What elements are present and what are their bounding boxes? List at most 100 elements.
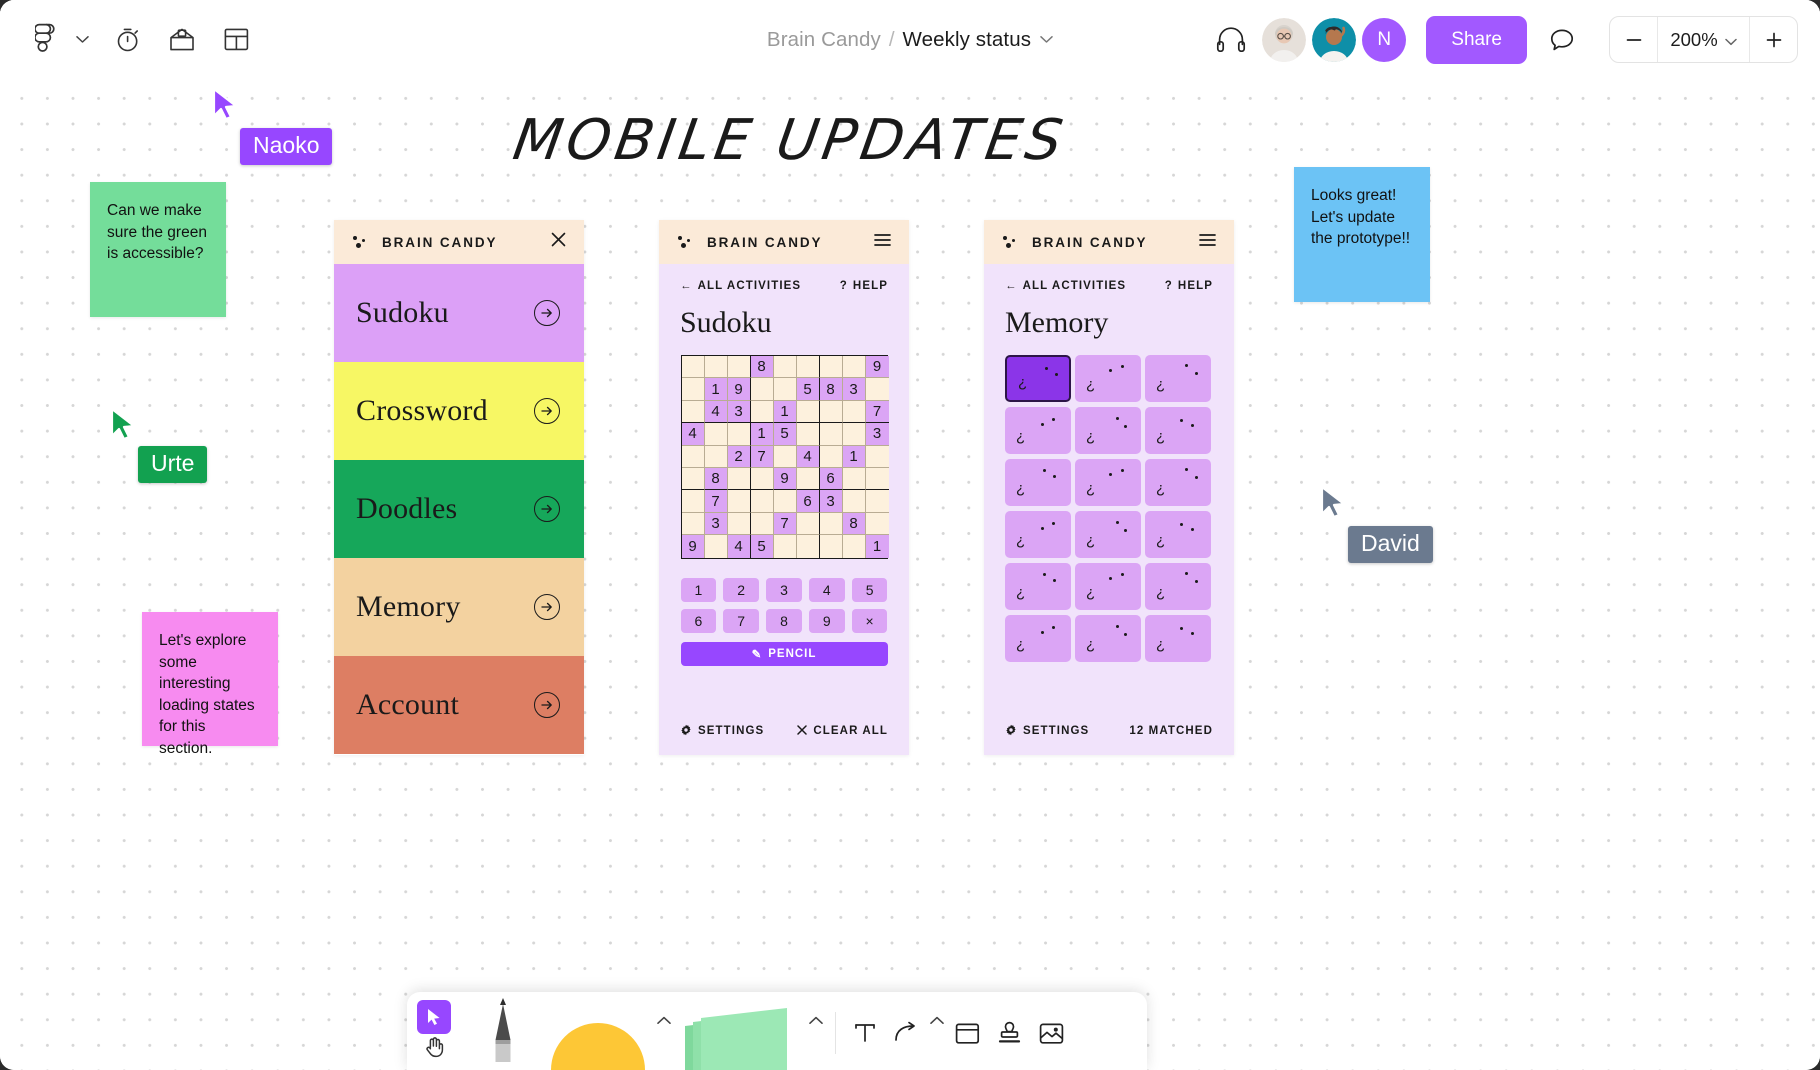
sudoku-cell[interactable]: 7 bbox=[773, 512, 797, 536]
sudoku-cell[interactable] bbox=[727, 512, 751, 536]
avatar[interactable] bbox=[1262, 17, 1307, 62]
sudoku-cell[interactable] bbox=[842, 535, 866, 558]
sudoku-cell[interactable] bbox=[681, 490, 705, 513]
numpad-button[interactable]: 1 bbox=[680, 577, 717, 602]
memory-card-grid[interactable]: ¿ ¿ ¿ ¿ ¿ ¿ ¿ ¿ ¿ ¿ ¿ ¿ ¿ ¿ ¿ ¿ ¿ ¿ bbox=[1005, 355, 1213, 662]
sudoku-cell[interactable]: 1 bbox=[704, 378, 728, 401]
sticky-note-blue[interactable]: Looks great! Let's update the prototype!… bbox=[1294, 167, 1430, 302]
sudoku-cell[interactable]: 5 bbox=[796, 378, 820, 401]
sudoku-cell[interactable] bbox=[819, 423, 843, 446]
sudoku-cell[interactable]: 5 bbox=[773, 423, 797, 446]
memory-card[interactable]: ¿ bbox=[1145, 459, 1211, 506]
sudoku-cell[interactable]: 3 bbox=[704, 512, 728, 536]
sudoku-cell[interactable] bbox=[750, 467, 774, 491]
back-to-activities-link[interactable]: ← ALL ACTIVITIES bbox=[680, 280, 801, 292]
sudoku-cell[interactable] bbox=[842, 490, 866, 513]
memory-card[interactable]: ¿ bbox=[1005, 511, 1071, 558]
mockup-phone-menu[interactable]: BRAIN CANDY Sudoku Crossword Doodles Mem… bbox=[334, 220, 584, 755]
settings-button[interactable]: SETTINGS bbox=[1005, 724, 1089, 739]
sudoku-cell[interactable]: 3 bbox=[865, 423, 889, 446]
menu-item-account[interactable]: Account bbox=[334, 656, 584, 754]
sudoku-cell[interactable]: 4 bbox=[681, 423, 705, 446]
sudoku-cell[interactable]: 9 bbox=[865, 356, 889, 379]
breadcrumb-team[interactable]: Brain Candy bbox=[767, 28, 881, 52]
shape-tool[interactable] bbox=[543, 992, 653, 1070]
menu-item-sudoku[interactable]: Sudoku bbox=[334, 264, 584, 362]
back-to-activities-link[interactable]: ← ALL ACTIVITIES bbox=[1005, 280, 1126, 292]
board-title[interactable]: MOBILE UPDATES bbox=[465, 108, 1115, 173]
section-frame-icon[interactable] bbox=[946, 1012, 988, 1054]
sudoku-cell[interactable]: 7 bbox=[865, 400, 889, 424]
sudoku-cell[interactable] bbox=[842, 356, 866, 379]
board-canvas[interactable]: MOBILE UPDATES Can we make sure the gree… bbox=[0, 0, 1820, 1070]
sudoku-cell[interactable] bbox=[727, 467, 751, 491]
stamp-icon[interactable] bbox=[988, 1012, 1030, 1054]
sudoku-cell[interactable]: 4 bbox=[704, 400, 728, 424]
share-button[interactable]: Share bbox=[1426, 15, 1527, 64]
sudoku-cell[interactable] bbox=[773, 378, 797, 401]
sudoku-cell[interactable] bbox=[773, 490, 797, 513]
sudoku-cell[interactable] bbox=[750, 400, 774, 424]
sudoku-cell[interactable]: 3 bbox=[842, 378, 866, 401]
sudoku-cell[interactable] bbox=[681, 512, 705, 536]
hamburger-menu-icon[interactable] bbox=[1199, 233, 1216, 252]
sudoku-cell[interactable]: 8 bbox=[750, 356, 774, 379]
sudoku-cell[interactable] bbox=[796, 535, 820, 558]
sudoku-cell[interactable] bbox=[865, 378, 889, 401]
sudoku-cell[interactable] bbox=[865, 512, 889, 536]
sudoku-cell[interactable] bbox=[727, 423, 751, 446]
chevron-down-icon[interactable] bbox=[71, 15, 93, 65]
numpad-button[interactable]: 8 bbox=[766, 608, 802, 633]
memory-card[interactable]: ¿ bbox=[1075, 407, 1141, 454]
image-media-icon[interactable] bbox=[1030, 1012, 1072, 1054]
breadcrumb-file-name[interactable]: Weekly status bbox=[903, 28, 1032, 52]
sudoku-cell[interactable] bbox=[819, 445, 843, 468]
sudoku-cell[interactable] bbox=[819, 356, 843, 379]
sudoku-cell[interactable]: 2 bbox=[727, 445, 751, 468]
zoom-out-button[interactable] bbox=[1610, 17, 1657, 62]
numpad-button[interactable]: 2 bbox=[723, 577, 760, 602]
sudoku-cell[interactable] bbox=[704, 535, 728, 558]
sudoku-cell[interactable] bbox=[773, 535, 797, 558]
headphones-icon[interactable] bbox=[1206, 15, 1256, 65]
clear-all-button[interactable]: CLEAR ALL bbox=[797, 724, 888, 738]
sticky-note-pink[interactable]: Let's explore some interesting loading s… bbox=[142, 612, 278, 757]
zoom-in-button[interactable] bbox=[1750, 17, 1797, 62]
sudoku-cell[interactable] bbox=[819, 512, 843, 536]
marker-pen-tool[interactable] bbox=[463, 992, 543, 1070]
avatar[interactable]: N bbox=[1362, 17, 1407, 62]
numpad-button[interactable]: 6 bbox=[680, 608, 717, 633]
comment-bubble-icon[interactable] bbox=[1537, 15, 1587, 65]
sudoku-cell[interactable]: 8 bbox=[819, 378, 843, 401]
memory-card[interactable]: ¿ bbox=[1005, 459, 1071, 506]
sudoku-cell[interactable] bbox=[681, 356, 705, 379]
sudoku-cell[interactable] bbox=[773, 445, 797, 468]
sudoku-cell[interactable] bbox=[704, 445, 728, 468]
memory-card[interactable]: ¿ bbox=[1145, 407, 1211, 454]
menu-item-doodles[interactable]: Doodles bbox=[334, 460, 584, 558]
sudoku-cell[interactable] bbox=[681, 378, 705, 401]
memory-card[interactable]: ¿ bbox=[1005, 615, 1071, 662]
menu-item-memory[interactable]: Memory bbox=[334, 558, 584, 656]
mockup-phone-sudoku[interactable]: BRAIN CANDY ← ALL ACTIVITIES ? HELP Sudo… bbox=[659, 220, 909, 755]
timer-icon[interactable] bbox=[103, 15, 153, 65]
sudoku-cell[interactable] bbox=[796, 400, 820, 424]
sudoku-cell[interactable]: 7 bbox=[750, 445, 774, 468]
settings-button[interactable]: SETTINGS bbox=[680, 724, 764, 739]
sudoku-cell[interactable]: 5 bbox=[750, 535, 774, 558]
memory-card[interactable]: ¿ bbox=[1075, 355, 1141, 402]
memory-card[interactable]: ¿ bbox=[1005, 355, 1071, 402]
memory-card[interactable]: ¿ bbox=[1145, 615, 1211, 662]
numpad-button[interactable]: 7 bbox=[723, 608, 760, 633]
sudoku-cell[interactable] bbox=[842, 467, 866, 491]
memory-card[interactable]: ¿ bbox=[1075, 615, 1141, 662]
sudoku-cell[interactable] bbox=[773, 356, 797, 379]
sticky-note-green[interactable]: Can we make sure the green is accessible… bbox=[90, 182, 226, 317]
text-tool-icon[interactable] bbox=[844, 1012, 886, 1054]
sudoku-cell[interactable]: 1 bbox=[842, 445, 866, 468]
numpad-button[interactable]: 5 bbox=[851, 577, 888, 602]
sudoku-grid[interactable]: 89195834317415327418967633789451 bbox=[680, 355, 889, 559]
memory-card[interactable]: ¿ bbox=[1145, 511, 1211, 558]
close-icon[interactable] bbox=[551, 232, 566, 252]
sudoku-cell[interactable]: 9 bbox=[727, 378, 751, 401]
